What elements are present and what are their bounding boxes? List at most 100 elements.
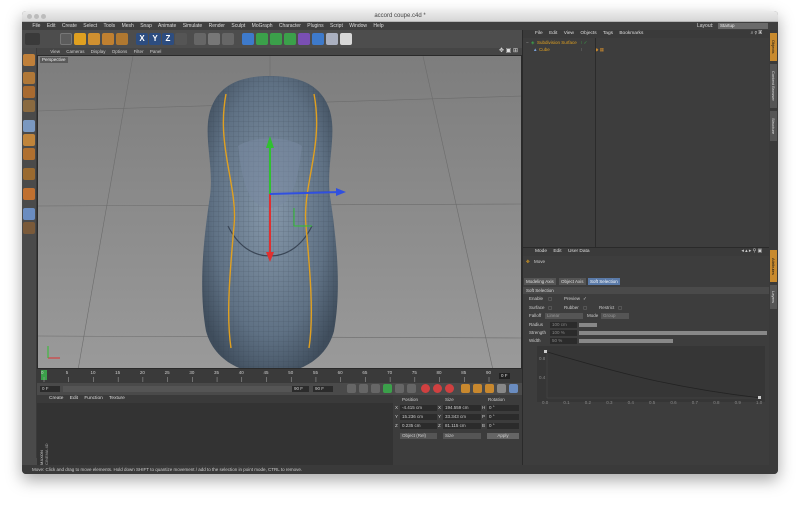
rotation-b-field[interactable]: 0 ° [487, 423, 519, 429]
model-mode-icon[interactable] [23, 72, 35, 84]
object-manager-search-icon[interactable]: ⌕ ⚲ ▣ [751, 30, 762, 38]
light-icon[interactable] [340, 33, 352, 45]
rotation-key-icon[interactable] [485, 384, 494, 393]
size-y-field[interactable]: 33.343 cm [443, 414, 481, 420]
position-z-field[interactable]: 0.235 cm [400, 423, 437, 429]
menu-mograph[interactable]: MoGraph [252, 23, 273, 29]
rubber-checkbox[interactable]: ▢ [583, 305, 587, 311]
menu-animate[interactable]: Animate [158, 23, 176, 29]
visibility-toggle[interactable]: ⁝ ✓ [581, 40, 587, 46]
floor-icon[interactable] [326, 33, 338, 45]
material-menu-edit[interactable]: Edit [70, 396, 78, 401]
rotate-tool-icon[interactable] [102, 33, 114, 45]
radius-slider[interactable] [579, 323, 597, 327]
menu-snap[interactable]: Snap [140, 23, 152, 29]
render-settings-icon[interactable] [222, 33, 234, 45]
tweak-mode-icon[interactable] [23, 188, 35, 200]
restrict-checkbox[interactable]: ▢ [618, 305, 622, 311]
locked-workplane-icon[interactable] [23, 222, 35, 234]
menu-select[interactable]: Select [83, 23, 97, 29]
record-icon[interactable] [421, 384, 430, 393]
obj-menu-view[interactable]: View [564, 31, 574, 36]
menu-mesh[interactable]: Mesh [122, 23, 134, 29]
texture-mode-icon[interactable] [23, 86, 35, 98]
falloff-select[interactable]: Linear [545, 313, 583, 319]
menu-simulate[interactable]: Simulate [183, 23, 202, 29]
visibility-toggle[interactable]: ⁝ [581, 47, 582, 53]
deformer-icon[interactable] [298, 33, 310, 45]
move-tool-icon[interactable] [74, 33, 86, 45]
scale-key-icon[interactable] [473, 384, 482, 393]
dock-tab-objects[interactable]: Objects [770, 33, 777, 61]
apply-button[interactable]: Apply [487, 433, 519, 439]
size-z-field[interactable]: 81.115 cm [443, 423, 481, 429]
array-icon[interactable] [284, 33, 296, 45]
strength-slider[interactable] [579, 331, 767, 335]
viewport-menu-cameras[interactable]: Cameras [66, 49, 84, 54]
size-mode-select[interactable]: Size [443, 433, 481, 439]
rotation-h-field[interactable]: 0 ° [487, 405, 519, 411]
menu-character[interactable]: Character [279, 23, 301, 29]
preview-checkbox[interactable]: ✓ [583, 296, 587, 302]
dock-tab-structure[interactable]: Structure [770, 111, 777, 141]
y-axis-lock-icon[interactable]: Y [149, 33, 161, 45]
undo-icon[interactable] [25, 33, 40, 45]
play-icon[interactable] [383, 384, 392, 393]
cube-primitive-icon[interactable] [242, 33, 254, 45]
attr-menu-edit[interactable]: Edit [553, 249, 561, 254]
attribute-nav-icons[interactable]: ◂ ▴ ▸ ⚲ ▣ [741, 248, 762, 256]
coordinate-system-icon[interactable] [175, 33, 187, 45]
z-axis-lock-icon[interactable]: Z [162, 33, 174, 45]
attr-menu-user-data[interactable]: User Data [568, 249, 590, 254]
nurbs-icon[interactable] [270, 33, 282, 45]
menu-sculpt[interactable]: Sculpt [231, 23, 245, 29]
make-editable-icon[interactable] [23, 54, 35, 66]
close-window-button[interactable] [27, 14, 32, 19]
timeline-end-frame[interactable]: 0 F [499, 373, 510, 379]
scale-tool-icon[interactable] [88, 33, 100, 45]
layout-select[interactable]: Startup [718, 23, 768, 29]
object-name[interactable]: Cube [539, 47, 550, 53]
point-level-animation-icon[interactable] [509, 384, 518, 393]
menu-window[interactable]: Window [349, 23, 367, 29]
edges-mode-icon[interactable] [23, 134, 35, 146]
attr-menu-mode[interactable]: Mode [535, 249, 547, 254]
rotation-p-field[interactable]: 0 ° [487, 414, 519, 420]
render-picture-viewer-icon[interactable] [208, 33, 220, 45]
frame-range-slider[interactable] [63, 386, 303, 392]
radius-field[interactable]: 100 cm [550, 322, 577, 328]
position-key-icon[interactable] [461, 384, 470, 393]
position-y-field[interactable]: 15.236 cm [400, 414, 437, 420]
falloff-graph[interactable] [537, 346, 765, 402]
menu-file[interactable]: File [32, 23, 40, 29]
previous-key-icon[interactable] [359, 384, 368, 393]
obj-menu-tags[interactable]: Tags [603, 31, 613, 36]
object-row[interactable]: ▲ Cube ⁝ ◆ ▦ [523, 47, 770, 54]
object-name[interactable]: Subdivision Surface [537, 40, 577, 46]
workplane-icon[interactable] [23, 100, 35, 112]
x-axis-lock-icon[interactable]: X [136, 33, 148, 45]
render-view-icon[interactable] [194, 33, 206, 45]
enable-axis-icon[interactable] [23, 168, 35, 180]
size-x-field[interactable]: 194.559 cm [443, 405, 481, 411]
surface-checkbox[interactable]: ▢ [548, 305, 552, 311]
dock-tab-content-browser[interactable]: Content Browser [770, 64, 777, 108]
coordinate-mode-select[interactable]: Object (Rel) [400, 433, 437, 439]
tab-soft-selection[interactable]: Soft Selection [588, 278, 620, 285]
tab-object-axis[interactable]: Object Axis [559, 278, 586, 285]
obj-menu-objects[interactable]: Objects [580, 31, 596, 36]
material-tag-icon[interactable]: ◆ ▦ [595, 47, 604, 53]
menu-plugins[interactable]: Plugins [307, 23, 323, 29]
spline-icon[interactable] [256, 33, 268, 45]
dock-tab-layers[interactable]: Layers [770, 285, 777, 309]
keyframe-selection-icon[interactable] [445, 384, 454, 393]
menu-render[interactable]: Render [209, 23, 225, 29]
perspective-viewport[interactable]: Perspective [37, 55, 522, 369]
material-menu-texture[interactable]: Texture [109, 396, 125, 401]
go-to-end-icon[interactable] [407, 384, 416, 393]
recent-tool-icon[interactable] [116, 33, 128, 45]
scene-icon[interactable] [312, 33, 324, 45]
previous-frame-icon[interactable] [371, 384, 380, 393]
dock-tab-attributes[interactable]: Attributes [770, 250, 777, 282]
polygons-mode-icon[interactable] [23, 148, 35, 160]
